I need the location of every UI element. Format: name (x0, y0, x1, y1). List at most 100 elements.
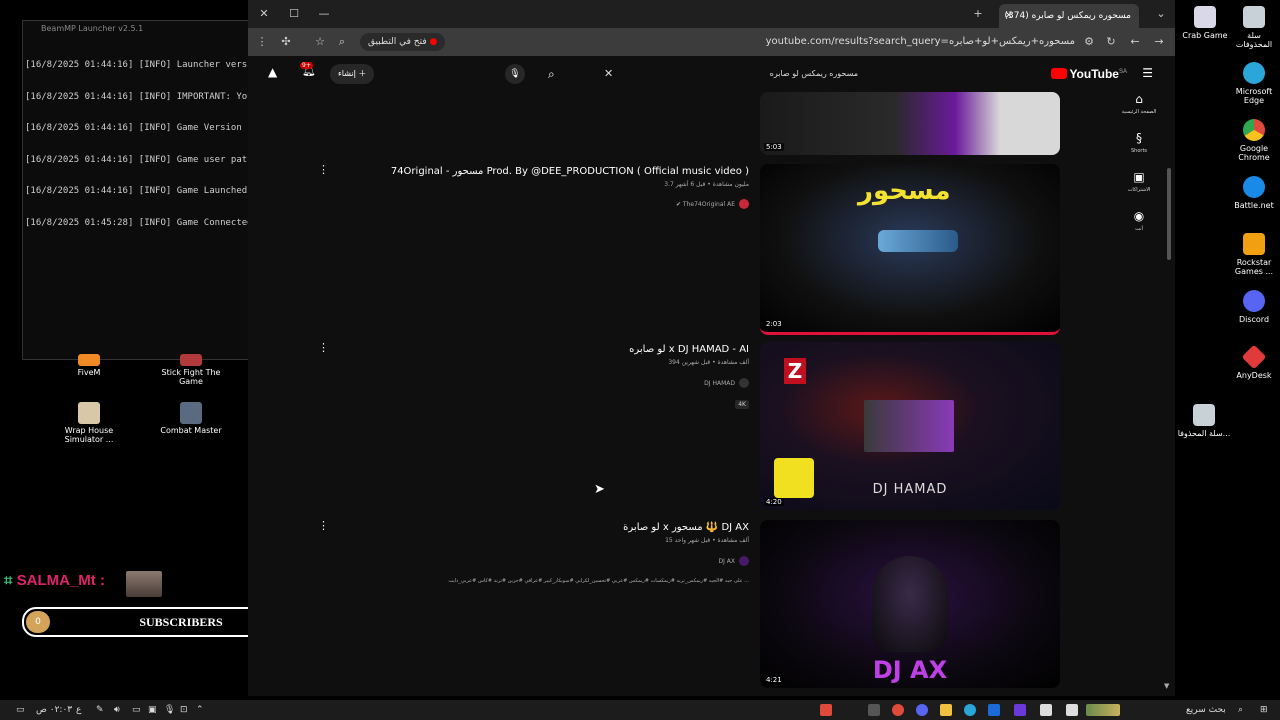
chrome-taskbar-icon[interactable] (892, 704, 904, 716)
reload-icon[interactable]: ↻ (1101, 32, 1121, 52)
scroll-down-icon[interactable]: ▼ (1164, 682, 1169, 690)
taskbar-clock[interactable]: ٠٢:٠٣ ص (36, 700, 72, 720)
guide-item-label: الصفحة الرئيسية (1121, 109, 1157, 115)
channel-name[interactable]: ✔︎ The74Original AE (676, 201, 735, 208)
desktop-icon-recycle-bin[interactable]: سلة المحذوفات (1228, 6, 1280, 49)
start-menu-icon[interactable]: ⊞ (1260, 700, 1268, 720)
launcher-log: [16/8/2025 01:44:16] [INFO] Launcher ver… (23, 37, 249, 251)
desktop-icon-wrap-house[interactable]: Wrap House Simulator ... (54, 402, 124, 444)
youtube-logo[interactable]: YouTubeSA (1051, 67, 1127, 81)
channel-avatar[interactable] (739, 378, 749, 388)
network-icon[interactable]: ▭ (132, 700, 141, 720)
channel-name[interactable]: DJ AX (718, 558, 735, 565)
video-menu-icon[interactable]: ⋮ (318, 163, 329, 176)
taskbar-app-icon[interactable] (988, 704, 1000, 716)
video-title[interactable]: 74Original - مسحور Prod. By @DEE_PRODUCT… (391, 166, 749, 177)
guide-item-label: Shorts (1130, 148, 1148, 154)
tab-search-icon[interactable]: ⌄ (1151, 4, 1171, 24)
search-icon[interactable]: ⌕ (1238, 700, 1243, 720)
edge-taskbar-icon[interactable] (964, 704, 976, 716)
video-thumbnail[interactable]: DJ AX 4:21 (760, 520, 1060, 688)
volume-icon[interactable]: 🔊︎ (114, 700, 120, 720)
clear-search-icon[interactable]: ✕ (604, 63, 613, 85)
video-menu-icon[interactable]: ⋮ (318, 341, 329, 354)
desktop-icon-fivem[interactable]: FiveM (54, 354, 124, 377)
notification-count-badge: 9+ (300, 62, 313, 69)
microphone-icon[interactable]: 🎙︎ (164, 700, 175, 720)
close-window-icon[interactable]: ✕ (254, 4, 274, 24)
show-hidden-icons[interactable]: ⌃ (196, 700, 204, 720)
desktop-icon-chrome[interactable]: Google Chrome (1228, 119, 1280, 162)
taskbar-search[interactable]: بحث سريع (1186, 700, 1226, 720)
log-line: [16/8/2025 01:44:16] [INFO] Game user pa… (25, 154, 249, 165)
new-tab-icon[interactable]: + (968, 4, 988, 24)
desktop-icon-recycle-bin-2[interactable]: سلة المحذوفا... (1176, 404, 1232, 438)
video-menu-icon[interactable]: ⋮ (318, 519, 329, 532)
discord-taskbar-icon[interactable] (916, 704, 928, 716)
hamburger-menu-icon[interactable]: ☰ (1142, 66, 1153, 80)
desktop-icon-discord[interactable]: Discord (1228, 290, 1280, 324)
create-button[interactable]: إنشاء ＋ (330, 64, 375, 84)
taskbar-app-icon[interactable] (868, 704, 880, 716)
taskbar-app-icon[interactable] (1040, 704, 1052, 716)
search-query: مسحوره ريمكس لو صابره (769, 69, 858, 78)
guide-item-shorts[interactable]: § Shorts (1103, 131, 1175, 154)
guide-item-you[interactable]: ◉ أنت (1103, 209, 1175, 232)
user-badge-icon: ⌗ (4, 572, 17, 589)
thumbnail-portrait (864, 400, 954, 452)
maximize-icon[interactable]: ☐ (284, 4, 304, 24)
create-label: إنشاء (338, 69, 356, 78)
zoom-icon[interactable]: ⌕ (332, 32, 352, 52)
desktop-icon-edge[interactable]: Microsoft Edge (1228, 62, 1280, 105)
scrollbar-thumb[interactable] (1167, 168, 1171, 260)
search-input[interactable]: ✕ مسحوره ريمكس لو صابره (578, 63, 898, 85)
channel-avatar[interactable] (739, 556, 749, 566)
video-title[interactable]: لو صابره x DJ HAMAD - AI (629, 344, 749, 355)
channel-name[interactable]: DJ HAMAD (704, 380, 735, 387)
file-explorer-icon[interactable] (940, 704, 952, 716)
display-icon[interactable]: ▣ (148, 700, 157, 720)
widgets-icon[interactable] (1086, 704, 1120, 716)
guide-item-home[interactable]: ⌂ الصفحة الرئيسية (1103, 92, 1175, 115)
desktop-icon-rockstar[interactable]: Rockstar Games ... (1228, 233, 1280, 276)
task-view-icon[interactable] (1066, 704, 1078, 716)
log-line: [16/8/2025 01:44:16] [INFO] IMPORTANT: Y… (25, 91, 249, 102)
back-icon[interactable]: ← (1125, 32, 1145, 52)
tab-youtube[interactable]: ✕ (374) مسحوره ريمكس لو صابره ● (999, 4, 1139, 45)
tab-strip: ✕ ☐ — + ⌄ ✕ (374) مسحوره ريمكس لو صابره … (248, 0, 1175, 45)
close-tab-icon[interactable]: ✕ (1005, 4, 1013, 28)
channel-avatar[interactable] (739, 199, 749, 209)
guide-item-subscriptions[interactable]: ▣ الاشتراكات (1103, 170, 1175, 193)
subscriptions-icon: ▣ (1133, 170, 1145, 184)
desktop-icon-battlenet[interactable]: Battle.net (1228, 176, 1280, 210)
search-icon[interactable]: ⌕ (548, 67, 555, 82)
anydesk-icon (1241, 344, 1267, 370)
minimize-icon[interactable]: — (314, 4, 334, 24)
site-settings-icon[interactable]: ⚙ (1079, 32, 1099, 52)
video-thumbnail[interactable]: 5:03 (760, 92, 1060, 155)
forward-icon[interactable]: → (1149, 32, 1169, 52)
extensions-icon[interactable]: ✣ (276, 32, 296, 52)
url-bar[interactable]: youtube.com/results?search_query=مسحوره+… (635, 32, 1075, 52)
account-avatar-icon[interactable]: ▲ (268, 65, 284, 81)
youtube-play-icon (1051, 68, 1068, 79)
video-thumbnail[interactable]: Z DJ HAMAD 4:20 (760, 342, 1060, 510)
desktop-icon-anydesk[interactable]: AnyDesk (1228, 344, 1280, 380)
notification-center-icon[interactable]: ▭ (16, 700, 25, 720)
voice-search-icon[interactable]: 🎙︎ (505, 64, 525, 84)
pen-icon[interactable]: ✎ (96, 700, 104, 720)
video-thumbnail[interactable]: مسحور 2:03 (760, 164, 1060, 335)
bookmark-star-icon[interactable]: ☆ (310, 32, 330, 52)
open-in-app-button[interactable]: فتح في التطبيق ● (360, 33, 446, 51)
beammp-launcher-window[interactable]: BeamMP Launcher v2.5.1 [16/8/2025 01:44:… (22, 20, 250, 360)
video-title[interactable]: لو صابرة x مسحور 🔱 DJ AX (623, 522, 749, 533)
desktop-icon-combat-master[interactable]: Combat Master (156, 402, 226, 435)
capture-icon[interactable]: ⊡ (180, 700, 188, 720)
desktop-icon-label: Combat Master (160, 426, 222, 435)
desktop-icon-stick-fight[interactable]: Stick Fight The Game (156, 354, 226, 386)
channel-name-text: The74Original AE (682, 201, 735, 208)
taskbar-app-icon[interactable] (820, 704, 832, 716)
input-language[interactable]: ع (76, 700, 81, 720)
taskbar-app-icon[interactable] (1014, 704, 1026, 716)
menu-dots-icon[interactable]: ⋮ (252, 32, 272, 52)
